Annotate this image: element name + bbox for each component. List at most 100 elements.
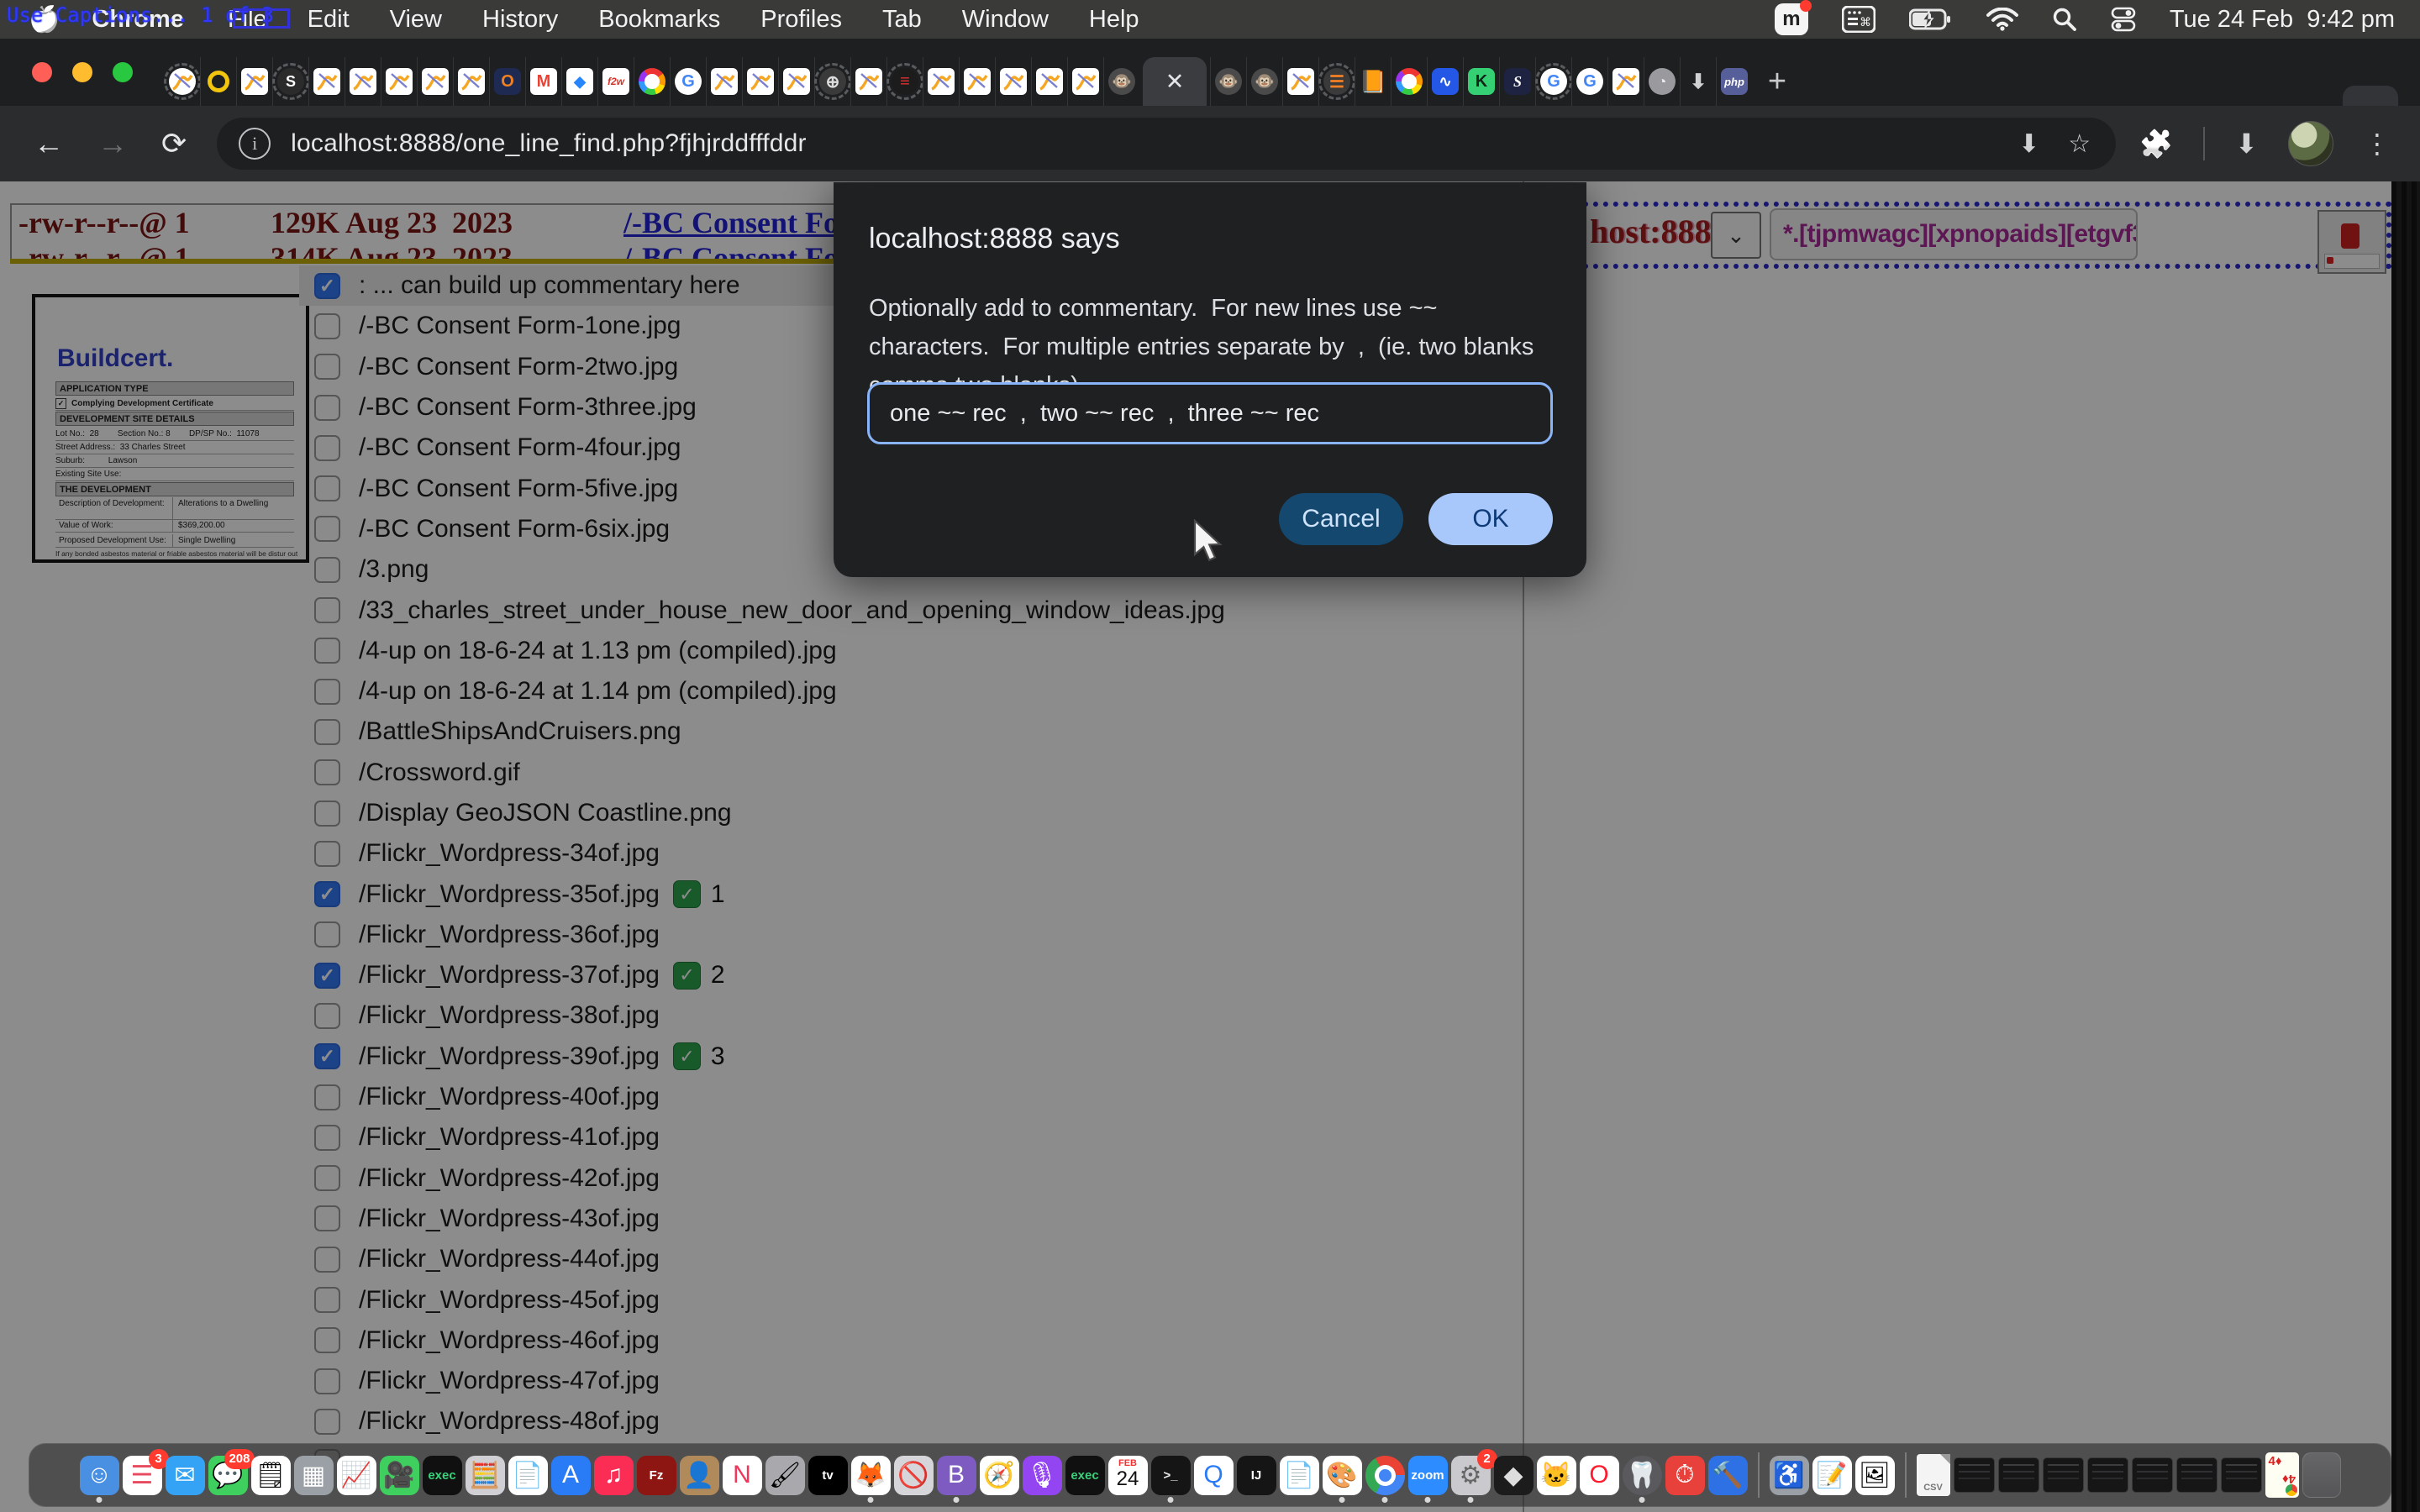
dock-item-writer[interactable]: 📄 xyxy=(1280,1456,1319,1495)
pinned-tab-gmail-10[interactable]: M xyxy=(525,57,561,106)
pinned-tab-chart-19[interactable] xyxy=(850,57,886,106)
pinned-tab-googleG-38[interactable]: G xyxy=(1571,57,1607,106)
pinned-tab-chart-7[interactable] xyxy=(417,57,453,106)
forward-button[interactable]: → xyxy=(97,126,128,161)
menu-item-profiles[interactable]: Profiles xyxy=(760,6,842,33)
dock-item-calendar[interactable]: FEB24 xyxy=(1108,1456,1148,1495)
pinned-tab-chart-16[interactable] xyxy=(742,57,778,106)
bookmark-star-icon[interactable]: ☆ xyxy=(2068,129,2091,159)
dock-item-min-window-3[interactable] xyxy=(2043,1457,2084,1493)
dock-item-firefox[interactable]: 🦊 xyxy=(851,1456,891,1495)
dock-item-playing-card[interactable]: 4♦4♦ xyxy=(2265,1452,2299,1498)
pinned-tab-kgreen-35[interactable]: K xyxy=(1463,57,1499,106)
pinned-tab-chart-2[interactable] xyxy=(236,57,272,106)
dock-item-contacts[interactable]: 👤 xyxy=(680,1456,719,1495)
pinned-tab-chart-8[interactable] xyxy=(453,57,489,106)
dock-item-calculator[interactable]: 🧮 xyxy=(466,1456,505,1495)
pinned-tab-monkey-29[interactable]: 🐵 xyxy=(1246,57,1282,106)
dock-item-min-window-7[interactable] xyxy=(2221,1457,2262,1493)
dock-item-zoom[interactable]: zoom xyxy=(1408,1456,1448,1495)
active-tab[interactable]: ✕ xyxy=(1143,57,1207,106)
menu-item-tab[interactable]: Tab xyxy=(882,6,922,33)
menu-item-bookmarks[interactable]: Bookmarks xyxy=(598,6,720,33)
pinned-tab-abc-34[interactable]: ∿ xyxy=(1427,57,1463,106)
wifi-icon[interactable] xyxy=(1986,8,2018,31)
pinned-tab-googleG-37[interactable]: G xyxy=(1535,57,1571,106)
dock-item-min-window-2[interactable] xyxy=(1998,1457,2039,1493)
dock-item-min-window-4[interactable] xyxy=(2087,1457,2128,1493)
pinned-tab-monkey-28[interactable]: 🐵 xyxy=(1210,57,1246,106)
pinned-tab-bluedia-11[interactable]: ◆ xyxy=(561,57,597,106)
close-window-button[interactable] xyxy=(32,62,52,82)
pinned-tab-chart-17[interactable] xyxy=(778,57,814,106)
dock-item-min-window-5[interactable] xyxy=(2132,1457,2173,1493)
dock-item-notes[interactable]: 🗒 xyxy=(251,1456,291,1495)
dock-item-mail[interactable]: ✉ xyxy=(166,1456,205,1495)
menu-bar-clock[interactable]: Tue 24 Feb 9:42 pm xyxy=(2170,6,2395,34)
address-bar[interactable]: i localhost:8888/one_line_find.php?fjhjr… xyxy=(217,118,2116,170)
pinned-tab-chart-6[interactable] xyxy=(381,57,417,106)
menu-item-history[interactable]: History xyxy=(482,6,558,33)
dock-item-speed-gauge[interactable]: ⏱ xyxy=(1665,1456,1705,1495)
pinned-tab-f2w-12[interactable]: f2w xyxy=(597,57,634,106)
dock-item-blocked-app[interactable]: 🚫 xyxy=(894,1456,934,1495)
pinned-tab-ringC-1[interactable] xyxy=(200,57,236,106)
pinned-tab-monkey-26[interactable]: 🐵 xyxy=(1103,57,1139,106)
pinned-tab-chart-23[interactable] xyxy=(995,57,1031,106)
pinned-tab-chart-4[interactable] xyxy=(308,57,345,106)
dock-item-safari[interactable]: 🧭 xyxy=(980,1456,1019,1495)
ok-button[interactable]: OK xyxy=(1428,493,1553,545)
control-center-icon[interactable] xyxy=(2111,7,2136,32)
pinned-tab-graycircle-40[interactable]: ◔ xyxy=(1644,57,1680,106)
menu-item-window[interactable]: Window xyxy=(962,6,1049,33)
zoom-window-button[interactable] xyxy=(113,62,133,82)
browser-menu-icon[interactable]: ⋮ xyxy=(2364,128,2391,160)
keyboard-menu-icon[interactable]: ⌘ xyxy=(1842,6,1876,33)
dock-item-terminal[interactable]: >_ xyxy=(1151,1456,1191,1495)
close-tab-icon[interactable]: ✕ xyxy=(1165,69,1185,95)
reload-button[interactable]: ⟳ xyxy=(161,126,187,161)
dock-item-min-window-1[interactable] xyxy=(1954,1457,1995,1493)
dock-item-app-store[interactable]: A xyxy=(551,1456,591,1495)
dock-item-news[interactable]: N xyxy=(723,1456,762,1495)
pinned-tab-googleG-14[interactable]: G xyxy=(670,57,706,106)
dock-item-terminal-exec-2[interactable]: exec xyxy=(1065,1456,1105,1495)
dock-item-xcode[interactable]: 🔨 xyxy=(1708,1456,1748,1495)
dock-item-quicktime[interactable]: Q xyxy=(1194,1456,1234,1495)
pinned-tab-globe-18[interactable]: ⊕ xyxy=(814,57,850,106)
pinned-tab-download-41[interactable]: ⬇ xyxy=(1680,57,1716,106)
dock-item-bbedit[interactable]: B xyxy=(937,1456,976,1495)
pinned-tab-chart-21[interactable] xyxy=(923,57,959,106)
dock-item-music[interactable]: ♫ xyxy=(594,1456,634,1495)
site-info-icon[interactable]: i xyxy=(239,128,271,160)
dock-item-trash[interactable] xyxy=(2302,1452,2341,1498)
pinned-tab-orangeO-9[interactable]: O xyxy=(489,57,525,106)
menu-item-edit[interactable]: Edit xyxy=(308,6,350,33)
dock-item-finder[interactable]: ☺ xyxy=(80,1456,119,1495)
new-tab-button[interactable]: + xyxy=(1752,57,1802,106)
pinned-tab-chart-30[interactable] xyxy=(1282,57,1318,106)
dock-item-tooth-app[interactable]: 🦷 xyxy=(1623,1456,1662,1495)
dock-item-accessibility-inspector[interactable]: ♿ xyxy=(1770,1456,1809,1495)
extensions-icon[interactable]: 🧩 xyxy=(2139,128,2173,160)
menu-item-view[interactable]: View xyxy=(390,6,442,33)
pinned-tab-chart-5[interactable] xyxy=(345,57,381,106)
menu-item-help[interactable]: Help xyxy=(1089,6,1139,33)
pinned-tab-chart-22[interactable] xyxy=(959,57,995,106)
dock-item-terminal-exec[interactable]: exec xyxy=(423,1456,462,1495)
pinned-tab-sdark-3[interactable]: S xyxy=(272,57,308,106)
battery-icon[interactable] xyxy=(1909,8,1953,31)
download-page-icon[interactable]: ⬇ xyxy=(2018,129,2039,159)
dock-item-settings[interactable]: ⚙2 xyxy=(1451,1456,1491,1495)
dock-item-photos-stack[interactable]: 🖼 xyxy=(1855,1456,1895,1495)
profile-avatar[interactable] xyxy=(2288,121,2333,166)
pinned-tab-chart-15[interactable] xyxy=(706,57,742,106)
downloads-icon[interactable]: ⬇ xyxy=(2235,128,2258,160)
pinned-tab-chart-39[interactable] xyxy=(1607,57,1644,106)
dock-item-gimp[interactable]: 🖌 xyxy=(765,1456,805,1495)
url-text[interactable]: localhost:8888/one_line_find.php?fjhjrdd… xyxy=(291,129,807,158)
pinned-tab-dots-33[interactable] xyxy=(1391,57,1427,106)
dock-item-min-window-6[interactable] xyxy=(2176,1457,2217,1493)
minimize-window-button[interactable] xyxy=(72,62,92,82)
dock-item-filezilla[interactable]: Fz xyxy=(637,1456,676,1495)
